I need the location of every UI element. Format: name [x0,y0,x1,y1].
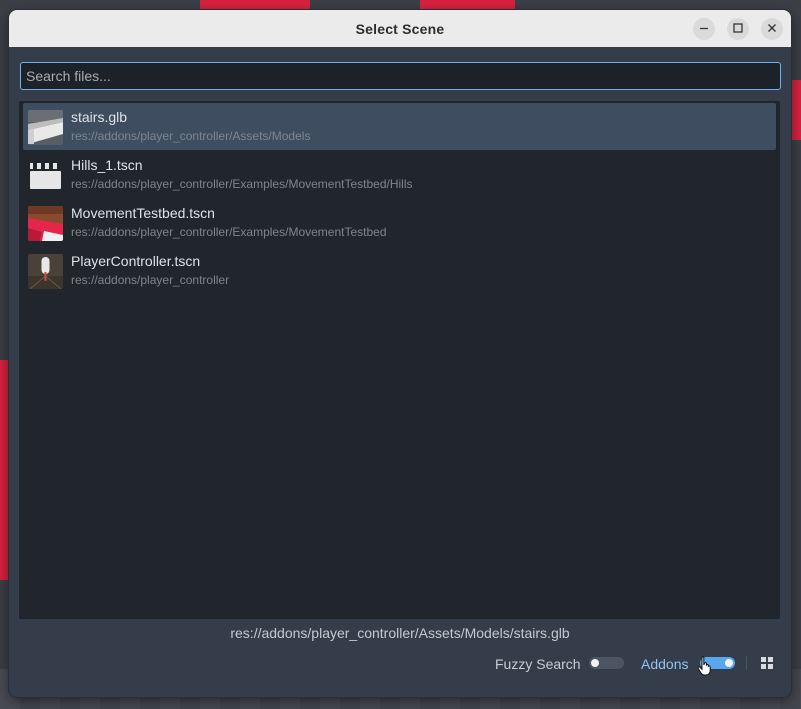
title-bar[interactable]: Select Scene [9,10,791,47]
clapperboard-icon [28,158,63,193]
select-scene-dialog: Select Scene Search files... stairs.glb … [9,10,791,697]
selected-path-label: res://addons/player_controller/Assets/Mo… [230,625,570,641]
file-path: res://addons/player_controller [71,273,230,287]
minimize-button[interactable] [693,18,715,40]
list-item[interactable]: MovementTestbed.tscn res://addons/player… [23,199,776,246]
file-results-list[interactable]: stairs.glb res://addons/player_controlle… [19,101,780,619]
addons-label: Addons [641,656,689,672]
separator [746,656,747,670]
file-name: MovementTestbed.tscn [71,205,215,221]
search-input[interactable] [20,62,781,90]
toggle-knob [725,659,733,667]
file-name: stairs.glb [71,109,128,125]
player-thumbnail [28,254,63,289]
window-title: Select Scene [355,20,445,37]
stairs-thumbnail [28,110,63,145]
options-bar: Fuzzy Search Addons [9,656,791,678]
testbed-thumbnail [28,206,63,241]
fuzzy-search-toggle[interactable] [589,657,624,669]
file-path: res://addons/player_controller/Assets/Mo… [71,129,311,143]
close-button[interactable] [761,18,783,40]
hand-cursor-icon [697,656,713,681]
list-item[interactable]: stairs.glb res://addons/player_controlle… [23,103,776,150]
maximize-button[interactable] [727,18,749,40]
file-name: Hills_1.tscn [71,157,143,173]
grid-view-icon [761,657,766,662]
grid-view-icon [761,664,766,669]
file-path: res://addons/player_controller/Examples/… [71,225,387,239]
toggle-knob [591,659,599,667]
grid-view-button[interactable] [761,657,773,669]
list-item[interactable]: PlayerController.tscn res://addons/playe… [23,247,776,294]
file-name: PlayerController.tscn [71,253,201,269]
grid-view-icon [768,657,773,662]
minimize-icon [699,23,709,35]
grid-view-icon [768,664,773,669]
fuzzy-search-label: Fuzzy Search [495,656,581,672]
close-icon [767,23,777,35]
list-item[interactable]: Hills_1.tscn res://addons/player_control… [23,151,776,198]
background-red-block [791,80,801,140]
file-path: res://addons/player_controller/Examples/… [71,177,413,191]
maximize-icon [733,23,743,35]
